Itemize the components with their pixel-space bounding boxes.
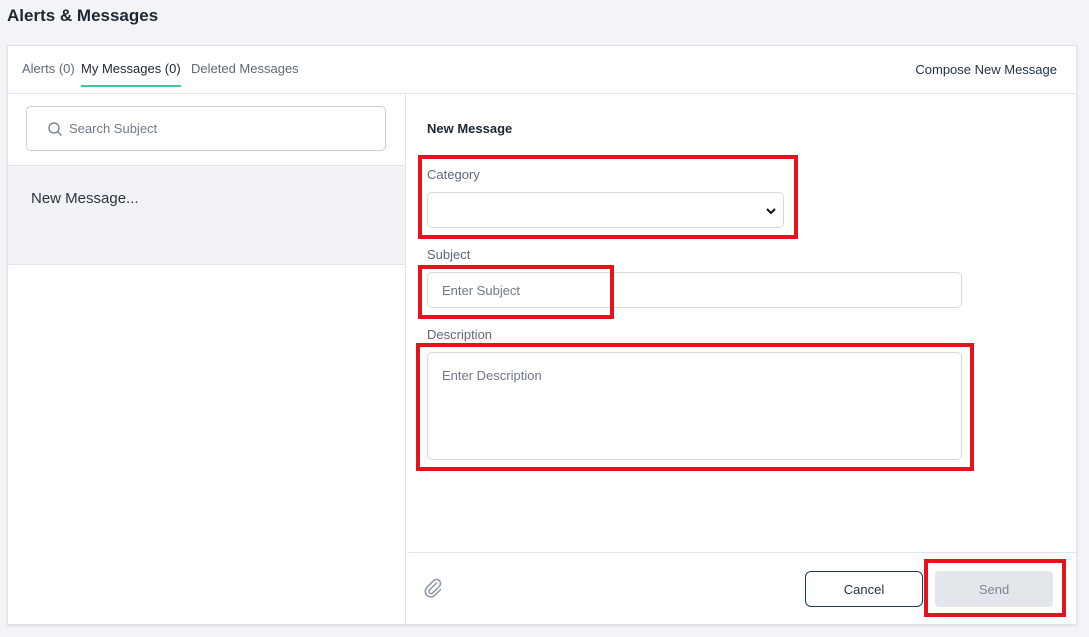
category-label: Category	[427, 167, 480, 182]
search-box[interactable]	[26, 106, 386, 151]
messages-card: Alerts (0) My Messages (0) Deleted Messa…	[7, 45, 1077, 625]
page-title: Alerts & Messages	[7, 6, 159, 25]
compose-pane: New Message Category Subject Description…	[407, 94, 1077, 625]
description-textarea[interactable]	[427, 352, 962, 460]
cancel-button[interactable]: Cancel	[805, 571, 923, 607]
form-title: New Message	[427, 121, 513, 136]
tab-bar: Alerts (0) My Messages (0) Deleted Messa…	[8, 46, 1076, 94]
description-label: Description	[427, 327, 493, 342]
tab-deleted-messages[interactable]: Deleted Messages	[191, 61, 299, 85]
message-list-item[interactable]: New Message...	[8, 165, 405, 265]
form-footer: Cancel Send	[407, 552, 1077, 625]
paperclip-icon[interactable]	[422, 577, 444, 599]
search-icon	[48, 122, 62, 136]
tab-alerts[interactable]: Alerts (0)	[22, 61, 75, 85]
message-item-label: New Message...	[31, 190, 139, 207]
message-list-pane: New Message...	[8, 94, 406, 625]
tab-my-messages[interactable]: My Messages (0)	[81, 61, 181, 87]
subject-label: Subject	[427, 247, 471, 262]
subject-input[interactable]	[427, 272, 962, 308]
chevron-down-icon	[766, 208, 776, 215]
search-input[interactable]	[69, 107, 369, 150]
compose-new-message-link[interactable]: Compose New Message	[915, 62, 1057, 77]
send-button[interactable]: Send	[935, 571, 1053, 607]
category-select[interactable]	[427, 192, 784, 228]
